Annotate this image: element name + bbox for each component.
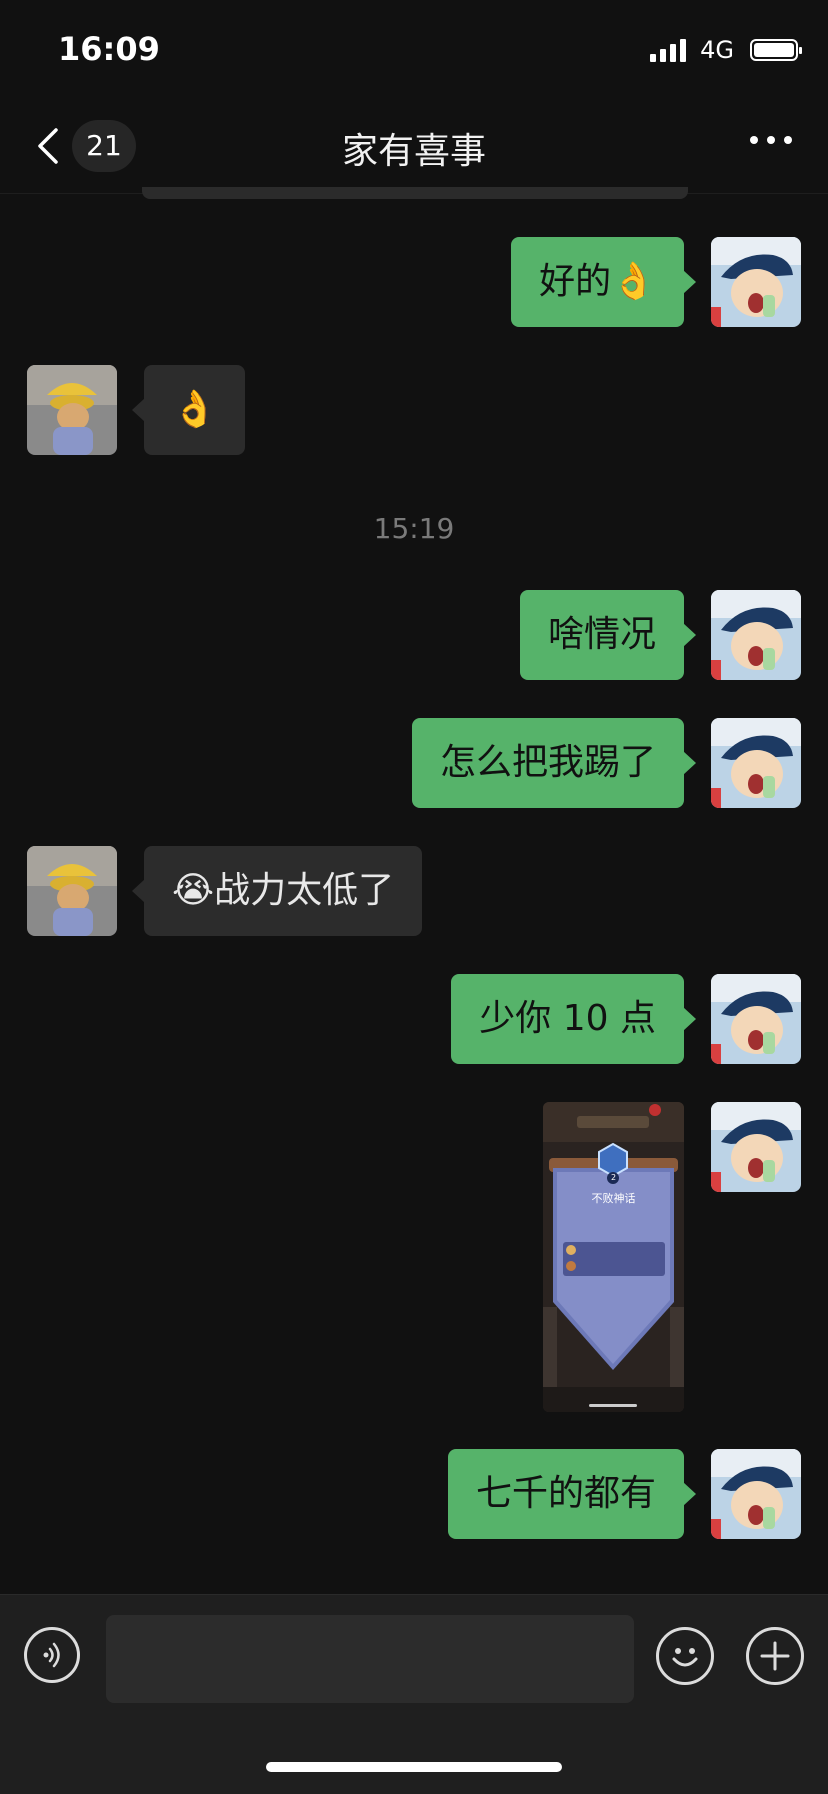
my-avatar[interactable]: [711, 1102, 801, 1192]
network-type: 4G: [700, 36, 734, 64]
avatar-image: [27, 365, 117, 455]
my-avatar[interactable]: [711, 718, 801, 808]
avatar-image: [711, 237, 801, 327]
my-avatar[interactable]: [711, 1449, 801, 1539]
image-message[interactable]: 2 不败神话: [543, 1102, 684, 1412]
avatar-image: [711, 718, 801, 808]
message-input[interactable]: [106, 1615, 634, 1703]
more-icon[interactable]: [750, 136, 792, 144]
battery-icon: [750, 39, 802, 61]
voice-glyph: [43, 1642, 60, 1668]
plus-icon[interactable]: [746, 1627, 804, 1685]
status-bar: 16:09 4G: [0, 0, 828, 100]
status-time: 16:09: [58, 30, 160, 68]
avatar-image: [711, 1449, 801, 1539]
contact-avatar[interactable]: [27, 846, 117, 936]
avatar-image: [711, 590, 801, 680]
game-screenshot: [543, 1102, 684, 1412]
message-bubble[interactable]: 啥情况: [519, 590, 697, 680]
my-avatar[interactable]: [711, 974, 801, 1064]
image-title: 不败神话: [591, 1192, 636, 1205]
message-bubble[interactable]: 少你 10 点: [451, 974, 696, 1064]
status-indicators: 4G: [650, 36, 802, 64]
contact-avatar[interactable]: [27, 365, 117, 455]
message-bubble[interactable]: 七千的都有: [447, 1449, 697, 1539]
avatar-image: [711, 974, 801, 1064]
home-indicator: [266, 1762, 562, 1772]
input-bar: [0, 1594, 828, 1794]
plus-glyph: [760, 1641, 790, 1671]
my-avatar[interactable]: [711, 237, 801, 327]
voice-icon[interactable]: [24, 1627, 80, 1683]
message-bubble[interactable]: 😭战力太低了: [131, 846, 423, 936]
emoji-icon[interactable]: [656, 1627, 714, 1685]
my-avatar[interactable]: [711, 590, 801, 680]
image-badge: 2: [610, 1173, 617, 1182]
previous-message-edge: [142, 187, 688, 199]
signal-icon: [650, 38, 687, 62]
chat-title: 家有喜事: [341, 131, 486, 172]
emoji-glyph: [672, 1648, 698, 1667]
time-divider: 15:19: [373, 512, 455, 545]
message-bubble[interactable]: 👌: [132, 365, 245, 455]
avatar-image: [27, 846, 117, 936]
chat-header: 21 家有喜事: [0, 100, 828, 194]
message-bubble[interactable]: 怎么把我踢了: [411, 718, 697, 808]
avatar-image: [711, 1102, 801, 1192]
message-bubble[interactable]: 好的👌: [511, 237, 696, 327]
